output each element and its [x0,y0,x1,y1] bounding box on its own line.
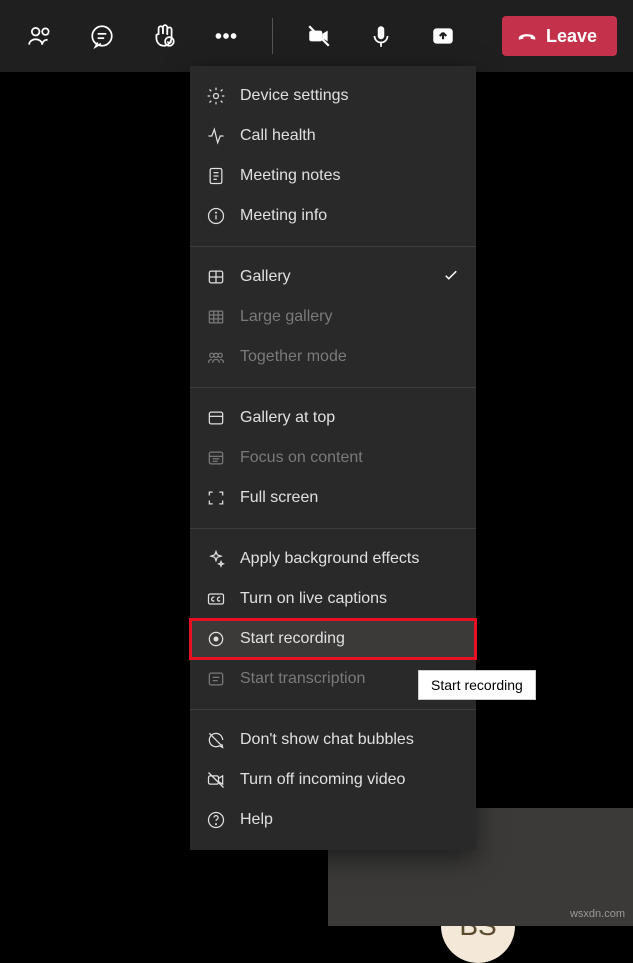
help-icon [206,810,226,830]
bubble-off-icon [206,730,226,750]
menu-item-label: Meeting info [240,207,327,225]
watermark: wsxdn.com [570,908,625,920]
notes-icon [206,166,226,186]
menu-section-5: Don't show chat bubbles Turn off incoming… [190,710,476,850]
menu-item-together-mode: Together mode [190,337,476,377]
menu-item-label: Apply background effects [240,550,419,568]
focus-icon [206,448,226,468]
menu-item-full-screen[interactable]: Full screen [190,478,476,518]
chat-icon[interactable] [82,16,122,56]
menu-item-label: Help [240,811,273,829]
sparkle-icon [206,549,226,569]
camera-off-icon[interactable] [299,16,339,56]
menu-item-label: Focus on content [240,449,363,467]
menu-item-gallery[interactable]: Gallery [190,257,476,297]
info-icon [206,206,226,226]
more-actions-button[interactable] [206,16,246,56]
menu-item-call-health[interactable]: Call health [190,116,476,156]
leave-label: Leave [546,26,597,47]
menu-item-device-settings[interactable]: Device settings [190,76,476,116]
menu-section-3: Gallery at top Focus on content Full scree… [190,388,476,529]
cc-icon [206,589,226,609]
menu-item-label: Gallery [240,268,291,286]
menu-item-label: Don't show chat bubbles [240,731,414,749]
fullscreen-icon [206,488,226,508]
people-icon[interactable] [20,16,60,56]
menu-section-2: Gallery Large gallery Together mode [190,247,476,388]
microphone-icon[interactable] [361,16,401,56]
gear-icon [206,86,226,106]
gallery-icon [206,267,226,287]
menu-item-label: Start transcription [240,670,365,688]
record-icon [206,629,226,649]
together-icon [206,347,226,367]
menu-item-turn-off-incoming-video[interactable]: Turn off incoming video [190,760,476,800]
video-off-icon [206,770,226,790]
menu-item-label: Together mode [240,348,347,366]
menu-item-label: Meeting notes [240,167,341,185]
leave-button[interactable]: Leave [502,16,617,56]
menu-item-label: Call health [240,127,316,145]
menu-item-start-recording[interactable]: Start recording [190,619,476,659]
menu-item-label: Turn on live captions [240,590,387,608]
share-screen-icon[interactable] [423,16,463,56]
menu-item-meeting-info[interactable]: Meeting info [190,196,476,236]
check-icon [442,266,460,289]
menu-item-gallery-at-top[interactable]: Gallery at top [190,398,476,438]
large-gallery-icon [206,307,226,327]
activity-icon [206,126,226,146]
menu-item-meeting-notes[interactable]: Meeting notes [190,156,476,196]
menu-item-label: Turn off incoming video [240,771,405,789]
menu-item-don-t-show-chat-bubbles[interactable]: Don't show chat bubbles [190,720,476,760]
menu-item-label: Large gallery [240,308,333,326]
call-toolbar: Leave [0,0,633,73]
gallery-top-icon [206,408,226,428]
reactions-icon[interactable] [144,16,184,56]
more-actions-menu: Device settings Call health Meeting notes M… [190,66,476,850]
tooltip: Start recording [418,670,536,700]
menu-section-1: Device settings Call health Meeting notes M… [190,66,476,247]
toolbar-divider [272,18,273,54]
menu-item-apply-background-effects[interactable]: Apply background effects [190,539,476,579]
menu-item-label: Gallery at top [240,409,335,427]
menu-item-turn-on-live-captions[interactable]: Turn on live captions [190,579,476,619]
menu-item-label: Full screen [240,489,318,507]
menu-item-help[interactable]: Help [190,800,476,840]
menu-item-label: Start recording [240,630,345,648]
menu-item-focus-on-content: Focus on content [190,438,476,478]
transcript-icon [206,669,226,689]
menu-item-label: Device settings [240,87,349,105]
hangup-icon [516,25,538,47]
menu-item-large-gallery: Large gallery [190,297,476,337]
